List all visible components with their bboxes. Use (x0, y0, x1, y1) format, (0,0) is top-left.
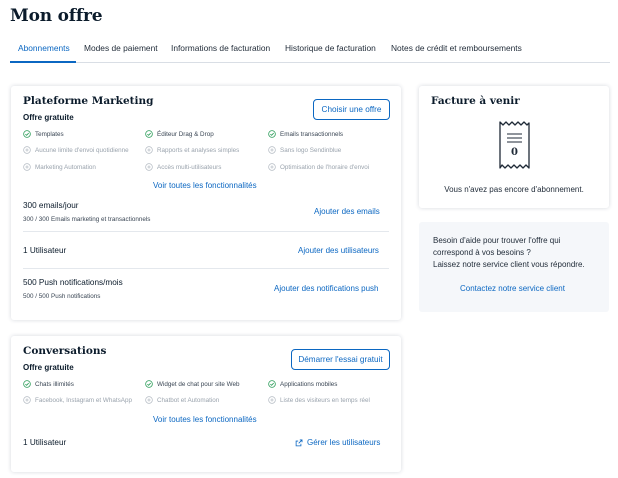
push-quota-usage: 500 / 500 Push notifications (23, 293, 101, 300)
feature-item: Éditeur Drag & Drop (145, 130, 214, 138)
tab-modes-de-paiement[interactable]: Modes de paiement (84, 43, 158, 53)
see-all-features-link[interactable]: Voir toutes les fonctionnalités (153, 415, 257, 424)
marketing-platform-card: Plateforme Marketing Offre gratuite Choi… (11, 86, 401, 320)
feature-item: Liste des visiteurs en temps réel (268, 396, 370, 404)
feature-item: Rapports et analyses simples (145, 146, 239, 154)
feature-item: Applications mobiles (268, 380, 337, 388)
add-push-notifications-link[interactable]: Ajouter des notifications push (274, 284, 379, 293)
feature-item: Chats illimités (23, 380, 74, 388)
external-link-icon (295, 439, 303, 446)
tab-historique-facturation[interactable]: Historique de facturation (285, 43, 376, 53)
add-circle-icon (145, 146, 153, 154)
add-circle-icon (268, 146, 276, 154)
add-emails-link[interactable]: Ajouter des emails (314, 207, 380, 216)
start-free-trial-button[interactable]: Démarrer l'essai gratuit (291, 349, 390, 370)
no-subscription-text: Vous n'avez pas encore d'abonnement. (444, 185, 584, 194)
feature-item: Aucune limite d'envoi quotidienne (23, 146, 129, 154)
help-text-line: Laissez notre service client vous répond… (433, 260, 585, 269)
check-circle-icon (23, 380, 31, 388)
contact-support-link[interactable]: Contactez notre service client (460, 284, 565, 293)
conversations-card-title: Conversations (23, 345, 107, 357)
conversations-users-title: 1 Utilisateur (23, 438, 67, 447)
feature-item: Marketing Automation (23, 163, 96, 171)
add-circle-icon (23, 146, 31, 154)
add-users-link[interactable]: Ajouter des utilisateurs (298, 246, 379, 255)
page-title: Mon offre (10, 6, 103, 26)
see-all-features-link[interactable]: Voir toutes les fonctionnalités (153, 181, 257, 190)
help-card: Besoin d'aide pour trouver l'offre qui c… (419, 222, 609, 312)
marketing-plan-name: Offre gratuite (23, 113, 74, 122)
upcoming-invoice-card: Facture à venir 0 Vous n'avez pas encore… (419, 86, 609, 208)
emails-quota-title: 300 emails/jour (23, 201, 79, 210)
feature-item: Templates (23, 130, 64, 138)
divider (23, 231, 389, 232)
check-circle-icon (23, 130, 31, 138)
tab-notes-credit[interactable]: Notes de crédit et remboursements (391, 43, 522, 53)
feature-item: Chatbot et Automation (145, 396, 219, 404)
feature-item: Widget de chat pour site Web (145, 380, 240, 388)
check-circle-icon (268, 380, 276, 388)
active-tab-indicator (10, 61, 76, 63)
check-circle-icon (145, 380, 153, 388)
feature-item: Emails transactionnels (268, 130, 343, 138)
receipt-icon: 0 (498, 120, 531, 171)
add-circle-icon (145, 163, 153, 171)
help-text-line: correspond à vos besoins ? (433, 248, 531, 257)
invoice-card-title: Facture à venir (431, 95, 520, 107)
tab-abonnements[interactable]: Abonnements (18, 43, 70, 53)
check-circle-icon (145, 130, 153, 138)
tab-bar: Abonnements Modes de paiement Informatio… (10, 38, 610, 63)
feature-item: Facebook, Instagram et WhatsApp (23, 396, 132, 404)
receipt-amount: 0 (511, 147, 518, 158)
marketing-card-title: Plateforme Marketing (23, 95, 154, 107)
feature-item: Accès multi-utilisateurs (145, 163, 221, 171)
push-quota-title: 500 Push notifications/mois (23, 278, 123, 287)
add-circle-icon (145, 396, 153, 404)
add-circle-icon (23, 396, 31, 404)
feature-item: Sans logo Sendinblue (268, 146, 341, 154)
add-circle-icon (268, 163, 276, 171)
add-circle-icon (268, 396, 276, 404)
feature-item: Optimisation de l'horaire d'envoi (268, 163, 369, 171)
conversations-card: Conversations Offre gratuite Démarrer l'… (11, 336, 401, 472)
emails-quota-usage: 300 / 300 Emails marketing et transactio… (23, 216, 151, 223)
manage-users-link[interactable]: Gérer les utilisateurs (295, 438, 380, 447)
tab-informations-facturation[interactable]: Informations de facturation (171, 43, 270, 53)
add-circle-icon (23, 163, 31, 171)
manage-users-label: Gérer les utilisateurs (307, 438, 381, 447)
conversations-plan-name: Offre gratuite (23, 363, 74, 372)
users-quota-title: 1 Utilisateur (23, 246, 67, 255)
divider (23, 268, 389, 269)
help-text-line: Besoin d'aide pour trouver l'offre qui (433, 236, 561, 245)
check-circle-icon (268, 130, 276, 138)
choose-plan-button[interactable]: Choisir une offre (313, 99, 390, 120)
